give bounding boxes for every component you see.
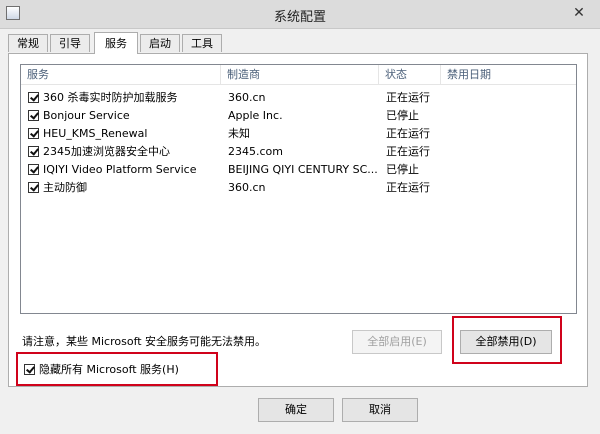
column-header-disabled-date[interactable]: 禁用日期: [441, 65, 576, 84]
service-manufacturer: 360.cn: [228, 181, 266, 194]
list-header: 服务 制造商 状态 禁用日期: [21, 65, 576, 85]
ok-button[interactable]: 确定: [258, 398, 334, 422]
service-name: IQIYI Video Platform Service: [43, 163, 197, 176]
security-note: 请注意，某些 Microsoft 安全服务可能无法禁用。: [22, 335, 267, 348]
cancel-button[interactable]: 取消: [342, 398, 418, 422]
service-status: 正在运行: [386, 91, 430, 104]
services-list[interactable]: 服务 制造商 状态 禁用日期 360 杀毒实时防护加载服务 360.cn 正在运…: [20, 64, 577, 314]
system-config-window: 系统配置 ✕ 常规 引导 服务 启动 工具 服务 制造商 状态 禁用日期 360…: [0, 0, 600, 434]
service-checkbox[interactable]: [28, 92, 39, 103]
service-status: 已停止: [386, 109, 419, 122]
tab-tools[interactable]: 工具: [182, 34, 222, 52]
service-name: 360 杀毒实时防护加载服务: [43, 91, 178, 104]
service-manufacturer: Apple Inc.: [228, 109, 283, 122]
column-header-status[interactable]: 状态: [379, 65, 441, 84]
service-name: 主动防御: [43, 181, 87, 194]
service-name: Bonjour Service: [43, 109, 130, 122]
tab-startup[interactable]: 启动: [140, 34, 180, 52]
highlight-box-hide-ms: [16, 352, 218, 386]
dialog-buttons: 确定 取消: [0, 388, 600, 434]
service-manufacturer: BEIJING QIYI CENTURY SC...: [228, 163, 378, 176]
enable-all-button[interactable]: 全部启用(E): [352, 330, 442, 354]
tab-services[interactable]: 服务: [94, 32, 138, 54]
table-row[interactable]: Bonjour Service Apple Inc. 已停止: [21, 107, 576, 125]
service-checkbox[interactable]: [28, 164, 39, 175]
service-manufacturer: 未知: [228, 127, 250, 140]
highlight-box-disable-all: [452, 316, 562, 364]
service-name: 2345加速浏览器安全中心: [43, 145, 170, 158]
service-checkbox[interactable]: [28, 128, 39, 139]
close-button[interactable]: ✕: [564, 3, 594, 23]
service-status: 已停止: [386, 163, 419, 176]
table-row[interactable]: 360 杀毒实时防护加载服务 360.cn 正在运行: [21, 89, 576, 107]
service-checkbox[interactable]: [28, 146, 39, 157]
service-name: HEU_KMS_Renewal: [43, 127, 148, 140]
column-header-manufacturer[interactable]: 制造商: [221, 65, 379, 84]
title-bar: 系统配置 ✕: [0, 0, 600, 29]
table-row[interactable]: HEU_KMS_Renewal 未知 正在运行: [21, 125, 576, 143]
service-status: 正在运行: [386, 181, 430, 194]
service-status: 正在运行: [386, 145, 430, 158]
table-row[interactable]: 2345加速浏览器安全中心 2345.com 正在运行: [21, 143, 576, 161]
service-checkbox[interactable]: [28, 110, 39, 121]
service-manufacturer: 360.cn: [228, 91, 266, 104]
column-header-service[interactable]: 服务: [21, 65, 221, 84]
service-manufacturer: 2345.com: [228, 145, 283, 158]
window-title: 系统配置: [273, 10, 326, 25]
service-status: 正在运行: [386, 127, 430, 140]
tab-general[interactable]: 常规: [8, 34, 48, 52]
service-checkbox[interactable]: [28, 182, 39, 193]
tab-boot[interactable]: 引导: [50, 34, 90, 52]
table-row[interactable]: IQIYI Video Platform Service BEIJING QIY…: [21, 161, 576, 179]
table-row[interactable]: 主动防御 360.cn 正在运行: [21, 179, 576, 197]
